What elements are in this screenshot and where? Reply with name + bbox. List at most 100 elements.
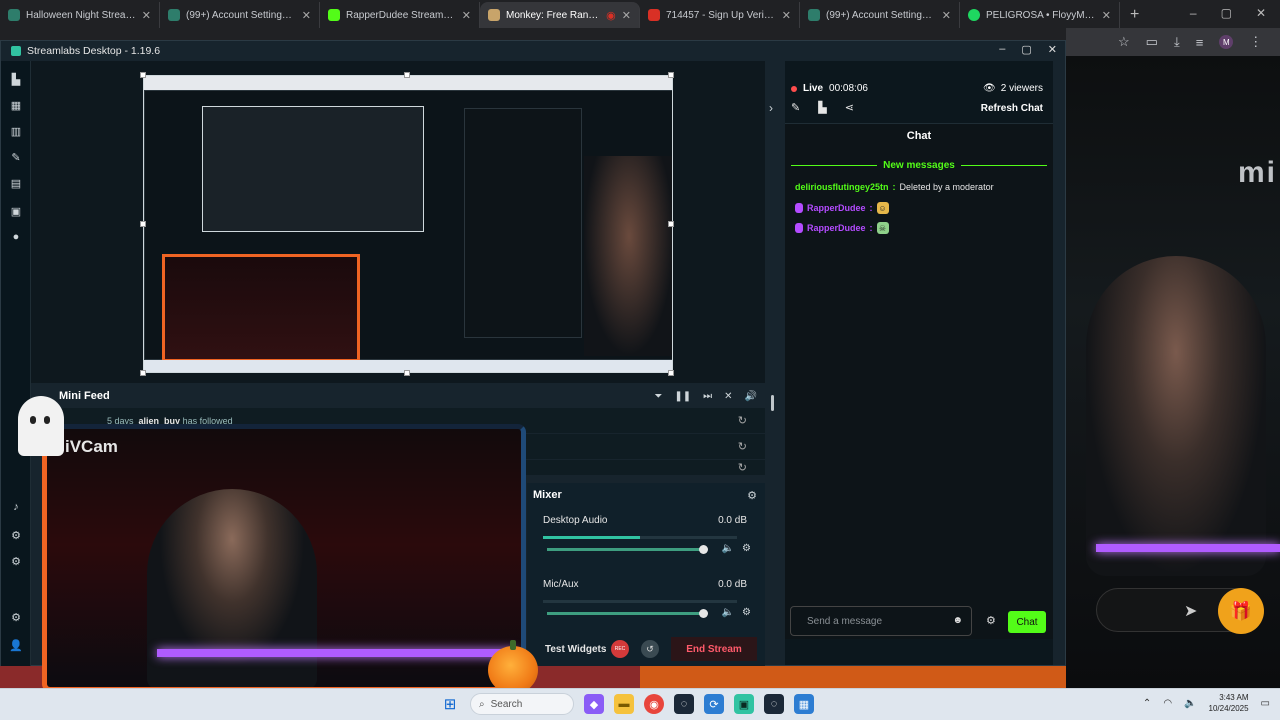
app-icon[interactable]: ⟳ <box>704 694 724 714</box>
notifications-icon[interactable]: ▭ <box>1261 698 1270 709</box>
gift-icon[interactable]: 🎁 <box>1218 588 1264 634</box>
editor-icon[interactable]: ▙ <box>10 73 22 86</box>
tab-close-icon[interactable]: ✕ <box>1102 9 1111 22</box>
filter-icon[interactable]: ⏷ <box>654 391 662 402</box>
file-explorer-icon[interactable]: ▬ <box>614 694 634 714</box>
speaker-icon[interactable]: 🔈 <box>1184 698 1196 709</box>
close-button[interactable]: ✕ <box>1256 6 1266 20</box>
stream-preview[interactable] <box>143 75 673 373</box>
chevron-right-icon[interactable]: › <box>769 101 773 115</box>
chat-username[interactable]: RapperDudee <box>807 203 866 213</box>
minimize-button[interactable]: – <box>999 43 1005 56</box>
volume-slider-knob[interactable] <box>699 545 708 554</box>
tab-close-icon[interactable]: ✕ <box>622 9 631 22</box>
emoji-icon[interactable]: ☻ <box>952 615 963 626</box>
audio-source-db: 0.0 dB <box>718 579 747 590</box>
volume-icon[interactable]: 🔊 <box>745 391 757 402</box>
taskbar-search[interactable]: ⌕ Search <box>470 693 574 715</box>
mute-alerts-icon[interactable]: ✕ <box>724 391 732 402</box>
replay-buffer-icon[interactable]: ↺ <box>641 640 659 658</box>
user-icon[interactable]: 👤 <box>9 639 23 652</box>
pause-icon[interactable]: ❚❚ <box>674 391 691 402</box>
resize-handle[interactable] <box>668 370 674 376</box>
reading-list-icon[interactable]: ≡ <box>1196 35 1204 50</box>
layout-icon[interactable]: ▦ <box>10 99 22 112</box>
resize-handle[interactable] <box>404 72 410 78</box>
browser-tab-5[interactable]: 714457 - Sign Up Verification C ✕ <box>640 2 800 28</box>
tiktok-icon[interactable]: ♪ <box>10 501 22 513</box>
replay-icon[interactable]: ↻ <box>738 440 747 453</box>
tools-icon[interactable]: ✎ <box>10 151 22 164</box>
resize-handle[interactable] <box>140 370 146 376</box>
download-icon[interactable]: ⤓ <box>1174 34 1180 50</box>
widgets-icon[interactable]: ◆ <box>584 694 604 714</box>
resize-handle[interactable] <box>668 72 674 78</box>
edit-icon[interactable]: ✎ <box>791 101 800 114</box>
wifi-icon[interactable]: ◠ <box>1163 698 1172 709</box>
taskbar-clock[interactable]: 3:43 AM 10/24/2025 <box>1209 692 1249 714</box>
resize-handle[interactable] <box>140 221 146 227</box>
refresh-chat-button[interactable]: Refresh Chat <box>981 103 1043 114</box>
chat-input[interactable]: Send a message ☻ <box>790 606 972 636</box>
store-icon[interactable]: ▤ <box>10 177 22 190</box>
mute-icon[interactable]: 🔈 <box>722 543 734 554</box>
tray-chevron-icon[interactable]: ⌃ <box>1143 698 1151 709</box>
tab-close-icon[interactable]: ✕ <box>142 9 151 22</box>
mute-icon[interactable]: 🔈 <box>722 607 734 618</box>
settings-icon[interactable]: ⚙ <box>10 611 22 624</box>
record-icon[interactable]: ● <box>10 231 22 243</box>
volume-slider[interactable] <box>547 612 707 615</box>
profile-avatar[interactable]: M <box>1219 35 1234 49</box>
chat-settings-icon[interactable]: ⚙ <box>986 614 996 627</box>
browser-tab-7[interactable]: PELIGROSA • FloyyMenor ✕ <box>960 2 1120 28</box>
chat-username[interactable]: deliriousflutingey25tn <box>795 182 889 192</box>
video-icon[interactable]: ▣ <box>10 205 22 218</box>
chat-username[interactable]: RapperDudee <box>807 223 866 233</box>
gear-icon[interactable]: ⚙ <box>742 607 751 618</box>
tab-close-icon[interactable]: ✕ <box>462 9 471 22</box>
skip-icon[interactable]: ⏭ <box>703 391 712 402</box>
close-button[interactable]: ✕ <box>1048 43 1057 56</box>
resize-handle[interactable] <box>668 221 674 227</box>
share-icon[interactable]: ⋖ <box>845 101 854 114</box>
menu-icon[interactable]: ⋮ <box>1249 34 1262 50</box>
grid-icon[interactable]: ▥ <box>10 125 22 138</box>
scrollbar[interactable] <box>771 395 774 411</box>
chrome-icon[interactable]: ◉ <box>644 694 664 714</box>
maximize-button[interactable]: ▢ <box>1021 43 1031 56</box>
new-tab-button[interactable]: + <box>1120 2 1149 28</box>
browser-tab-2[interactable]: (99+) Account Settings / Stream ✕ <box>160 2 320 28</box>
test-widgets-button[interactable]: Test Widgets <box>545 644 606 655</box>
replay-icon[interactable]: ↻ <box>738 414 747 427</box>
resize-handle[interactable] <box>140 72 146 78</box>
steam-icon[interactable]: ◌ <box>674 694 694 714</box>
gear-icon[interactable]: ⚙ <box>742 543 751 554</box>
minimize-button[interactable]: – <box>1190 6 1197 20</box>
star-icon[interactable]: ☆ <box>1118 34 1130 50</box>
record-button[interactable]: REC <box>611 640 629 658</box>
chat-send-button[interactable]: Chat <box>1008 611 1046 633</box>
tab-close-icon[interactable]: ✕ <box>302 9 311 22</box>
streamlabs-icon[interactable]: ▣ <box>734 694 754 714</box>
app-icon[interactable]: ▦ <box>794 694 814 714</box>
mixer-settings-icon[interactable]: ⚙ <box>747 489 757 502</box>
browser-tab-3[interactable]: RapperDudee Stream - Watch Li ✕ <box>320 2 480 28</box>
browser-tab-6[interactable]: (99+) Account Settings / Stream ✕ <box>800 2 960 28</box>
resize-handle[interactable] <box>404 370 410 376</box>
volume-slider[interactable] <box>547 548 707 551</box>
gear-cog-icon[interactable]: ⚙ <box>10 529 22 542</box>
tab-close-icon[interactable]: ✕ <box>782 9 791 22</box>
tab-close-icon[interactable]: ✕ <box>942 9 951 22</box>
replay-icon[interactable]: ↻ <box>738 461 747 474</box>
browser-tab-1[interactable]: Halloween Night Stream Overla ✕ <box>0 2 160 28</box>
volume-slider-knob[interactable] <box>699 609 708 618</box>
dashboard-icon[interactable]: ▙ <box>818 101 826 114</box>
gear-cog-icon[interactable]: ⚙ <box>10 555 22 568</box>
browser-tab-4-active[interactable]: Monkey: Free Random Vide ◉ ✕ <box>480 2 640 28</box>
cast-icon[interactable]: ▭ <box>1146 34 1158 50</box>
maximize-button[interactable]: ▢ <box>1221 6 1232 20</box>
end-stream-button[interactable]: End Stream <box>671 637 757 661</box>
steam-icon[interactable]: ◌ <box>764 694 784 714</box>
windows-start-icon[interactable]: ⊞ <box>440 694 460 714</box>
send-icon[interactable]: ➤ <box>1184 601 1197 621</box>
